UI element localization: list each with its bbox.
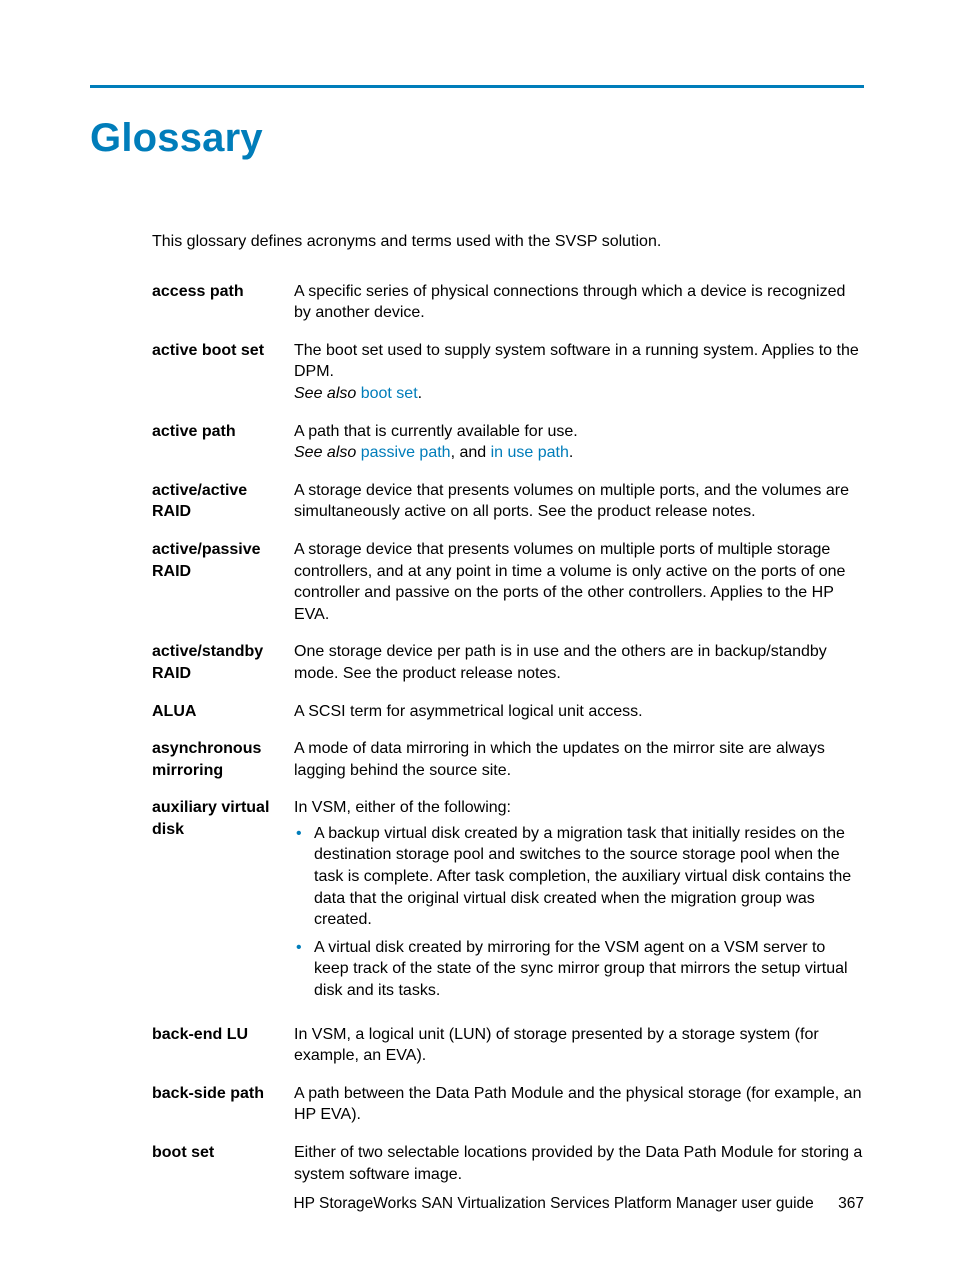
definition-text: In VSM, either of the following: A backu… — [294, 797, 864, 1007]
glossary-entry: active/passive RAID A storage device tha… — [152, 539, 864, 625]
term-label: active boot set — [152, 340, 284, 405]
term-label: back-end LU — [152, 1024, 284, 1067]
see-also-label: See also — [294, 444, 356, 461]
definition-lead: In VSM, either of the following: — [294, 799, 511, 816]
page-title: Glossary — [90, 116, 864, 161]
definition-text: In VSM, a logical unit (LUN) of storage … — [294, 1024, 864, 1067]
cross-reference-link[interactable]: passive path — [361, 444, 451, 461]
term-label: back-side path — [152, 1083, 284, 1126]
term-label: ALUA — [152, 701, 284, 723]
glossary-entry: asynchronous mirroring A mode of data mi… — [152, 738, 864, 781]
definition-text: A storage device that presents volumes o… — [294, 480, 864, 523]
definition-text: Either of two selectable locations provi… — [294, 1142, 864, 1185]
term-label: active/active RAID — [152, 480, 284, 523]
glossary-entry: active boot set The boot set used to sup… — [152, 340, 864, 405]
document-page: Glossary This glossary defines acronyms … — [0, 0, 954, 1261]
term-label: asynchronous mirroring — [152, 738, 284, 781]
definition-text: A storage device that presents volumes o… — [294, 539, 864, 625]
definition-text: One storage device per path is in use an… — [294, 641, 864, 684]
cross-reference-link[interactable]: boot set — [361, 385, 418, 402]
sep-text: , and — [451, 444, 491, 461]
glossary-entry: ALUA A SCSI term for asymmetrical logica… — [152, 701, 864, 723]
definition-body: A path that is currently available for u… — [294, 423, 578, 440]
punct: . — [418, 385, 422, 402]
bullet-list: A backup virtual disk created by a migra… — [294, 823, 864, 1002]
page-number: 367 — [838, 1195, 864, 1212]
definition-text: A specific series of physical connection… — [294, 281, 864, 324]
list-item: A virtual disk created by mirroring for … — [294, 937, 864, 1002]
glossary-entry: access path A specific series of physica… — [152, 281, 864, 324]
list-item: A backup virtual disk created by a migra… — [294, 823, 864, 931]
term-label: boot set — [152, 1142, 284, 1185]
term-label: active path — [152, 421, 284, 464]
see-also-label: See also — [294, 385, 356, 402]
cross-reference-link[interactable]: in use path — [491, 444, 569, 461]
definition-text: A path that is currently available for u… — [294, 421, 864, 464]
definition-text: A SCSI term for asymmetrical logical uni… — [294, 701, 864, 723]
glossary-entry: back-side path A path between the Data P… — [152, 1083, 864, 1126]
term-label: active/standby RAID — [152, 641, 284, 684]
intro-text: This glossary defines acronyms and terms… — [152, 231, 864, 253]
term-label: active/passive RAID — [152, 539, 284, 625]
glossary-entry: back-end LU In VSM, a logical unit (LUN)… — [152, 1024, 864, 1067]
definition-text: A mode of data mirroring in which the up… — [294, 738, 864, 781]
term-label: access path — [152, 281, 284, 324]
glossary-entry: boot set Either of two selectable locati… — [152, 1142, 864, 1185]
glossary-list: access path A specific series of physica… — [152, 281, 864, 1186]
page-footer: HP StorageWorks SAN Virtualization Servi… — [293, 1195, 864, 1213]
definition-text: A path between the Data Path Module and … — [294, 1083, 864, 1126]
punct: . — [569, 444, 573, 461]
definition-text: The boot set used to supply system softw… — [294, 340, 864, 405]
footer-text: HP StorageWorks SAN Virtualization Servi… — [293, 1195, 813, 1212]
glossary-entry: active/active RAID A storage device that… — [152, 480, 864, 523]
glossary-entry: active/standby RAID One storage device p… — [152, 641, 864, 684]
glossary-entry: active path A path that is currently ava… — [152, 421, 864, 464]
definition-body: The boot set used to supply system softw… — [294, 342, 859, 381]
top-rule — [90, 85, 864, 88]
term-label: auxiliary virtual disk — [152, 797, 284, 1007]
glossary-entry: auxiliary virtual disk In VSM, either of… — [152, 797, 864, 1007]
